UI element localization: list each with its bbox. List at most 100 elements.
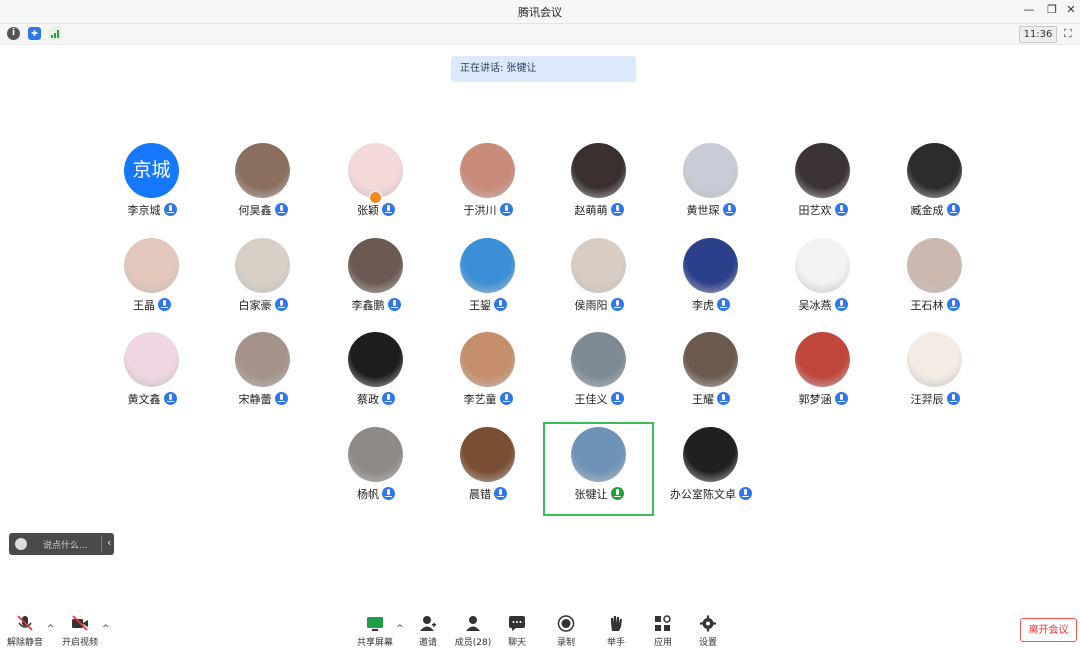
participant-tile[interactable]: 白家豪 [207,238,319,332]
participant-tile[interactable]: 蔡政 [320,332,432,426]
avatar[interactable] [460,427,515,482]
participant-name-line: 白家豪 [207,297,319,313]
participant-tile[interactable]: 田艺欢 [767,143,879,237]
avatar[interactable] [795,238,850,293]
participant-tile[interactable]: 办公室陈文卓 [655,427,767,521]
avatar[interactable] [571,238,626,293]
participant-tile[interactable]: 王佳义 [543,332,655,426]
avatar[interactable] [348,427,403,482]
speaking-indicator: 正在讲话: 张犍让 [451,56,636,82]
video-options-caret[interactable]: ^ [102,624,110,634]
invite-button[interactable]: 邀请 [405,615,451,648]
participant-tile[interactable]: 臧金成 [879,143,991,237]
participant-tile[interactable]: 杨帆 [320,427,432,521]
participant-name: 李虎 [692,299,714,312]
network-signal-icon[interactable] [48,27,61,40]
participant-tile[interactable]: 李艺童 [432,332,544,426]
minimize-button[interactable]: — [1022,3,1036,16]
mic-icon [610,298,624,311]
avatar[interactable] [124,238,179,293]
record-button[interactable]: 录制 [543,615,589,648]
participant-name: 宋静蕾 [238,393,272,406]
participant-name-line: 臧金成 [879,202,991,218]
participant-tile[interactable]: 李鑫鹏 [320,238,432,332]
participant-tile[interactable]: 张颖 [320,143,432,237]
mic-icon [722,203,736,216]
participant-tile[interactable]: 于洪川 [432,143,544,237]
participant-name-line: 郭梦涵 [767,391,879,407]
participant-tile[interactable]: 京城 李京城 [96,143,208,237]
avatar[interactable] [795,143,850,198]
avatar[interactable] [235,238,290,293]
chat-button[interactable]: 聊天 [494,615,540,648]
raise-hand-button[interactable]: 举手 [593,615,639,648]
mic-icon [834,298,848,311]
avatar[interactable]: 京城 [124,143,179,198]
avatar[interactable] [124,332,179,387]
participant-tile[interactable]: 郭梦涵 [767,332,879,426]
avatar[interactable] [683,238,738,293]
avatar[interactable] [348,238,403,293]
collapse-chevron-icon[interactable]: ‹ [107,536,111,549]
participant-name: 办公室陈文卓 [670,488,736,501]
avatar[interactable] [460,143,515,198]
leave-meeting-button[interactable]: 离开会议 [1020,618,1077,642]
participant-tile[interactable]: 王耀 [655,332,767,426]
participant-tile[interactable]: 李虎 [655,238,767,332]
avatar[interactable] [907,143,962,198]
close-button[interactable]: ✕ [1064,3,1078,16]
share-options-caret[interactable]: ^ [396,624,404,634]
participant-tile[interactable]: 黄世琛 [655,143,767,237]
participant-tile[interactable]: 王晶 [96,238,208,332]
mic-icon [158,298,171,311]
chat-quick-input[interactable]: 说点什么... ‹ [9,533,114,555]
participant-tile[interactable]: 黄文鑫 [96,332,208,426]
participant-name-line: 王耀 [655,391,767,407]
avatar[interactable] [795,332,850,387]
avatar[interactable] [460,332,515,387]
avatar[interactable] [907,238,962,293]
restore-button[interactable]: ❐ [1045,3,1059,16]
participant-name-line: 王佳义 [543,391,655,407]
avatar[interactable] [571,332,626,387]
security-shield-icon[interactable]: ✚ [28,27,41,40]
emoji-icon[interactable] [15,538,27,550]
avatar[interactable] [683,332,738,387]
avatar[interactable] [348,143,403,198]
avatar[interactable] [571,143,626,198]
avatar[interactable] [460,238,515,293]
mic-icon [274,298,288,311]
mic-icon [382,392,395,405]
avatar[interactable] [683,427,738,482]
apps-button[interactable]: 应用 [640,615,686,648]
members-button[interactable]: 成员(28) [450,615,496,648]
mic-icon [946,298,960,311]
participant-name: 田艺欢 [798,204,832,217]
participant-tile[interactable]: 王石林 [879,238,991,332]
settings-button[interactable]: 设置 [685,615,731,648]
avatar[interactable] [907,332,962,387]
avatar[interactable] [235,143,290,198]
participant-tile[interactable]: 晨错 [432,427,544,521]
audio-options-caret[interactable]: ^ [47,624,55,634]
start-video-button[interactable]: 开启视频 [57,615,103,648]
chat-placeholder[interactable]: 说点什么... [43,538,88,551]
participant-tile[interactable]: 宋静蕾 [207,332,319,426]
participant-name-line: 晨错 [432,486,544,502]
participant-tile[interactable]: 赵萌萌 [543,143,655,237]
participant-tile[interactable]: 侯雨阳 [543,238,655,332]
participant-tile[interactable]: 汪羿辰 [879,332,991,426]
participant-name: 杨帆 [357,488,379,501]
unmute-button[interactable]: 解除静音 [2,615,48,648]
participant-name: 王石林 [910,299,944,312]
share-screen-button[interactable]: 共享屏幕 [352,615,398,648]
info-icon[interactable]: i [7,27,20,40]
avatar[interactable] [683,143,738,198]
avatar[interactable] [235,332,290,387]
avatar[interactable] [348,332,403,387]
participant-tile[interactable]: 何昊鑫 [207,143,319,237]
participant-tile[interactable]: 吴冰燕 [767,238,879,332]
fullscreen-icon[interactable]: ⛶ [1064,27,1072,41]
participant-tile[interactable]: 王鋆 [432,238,544,332]
mic-icon [494,487,507,500]
